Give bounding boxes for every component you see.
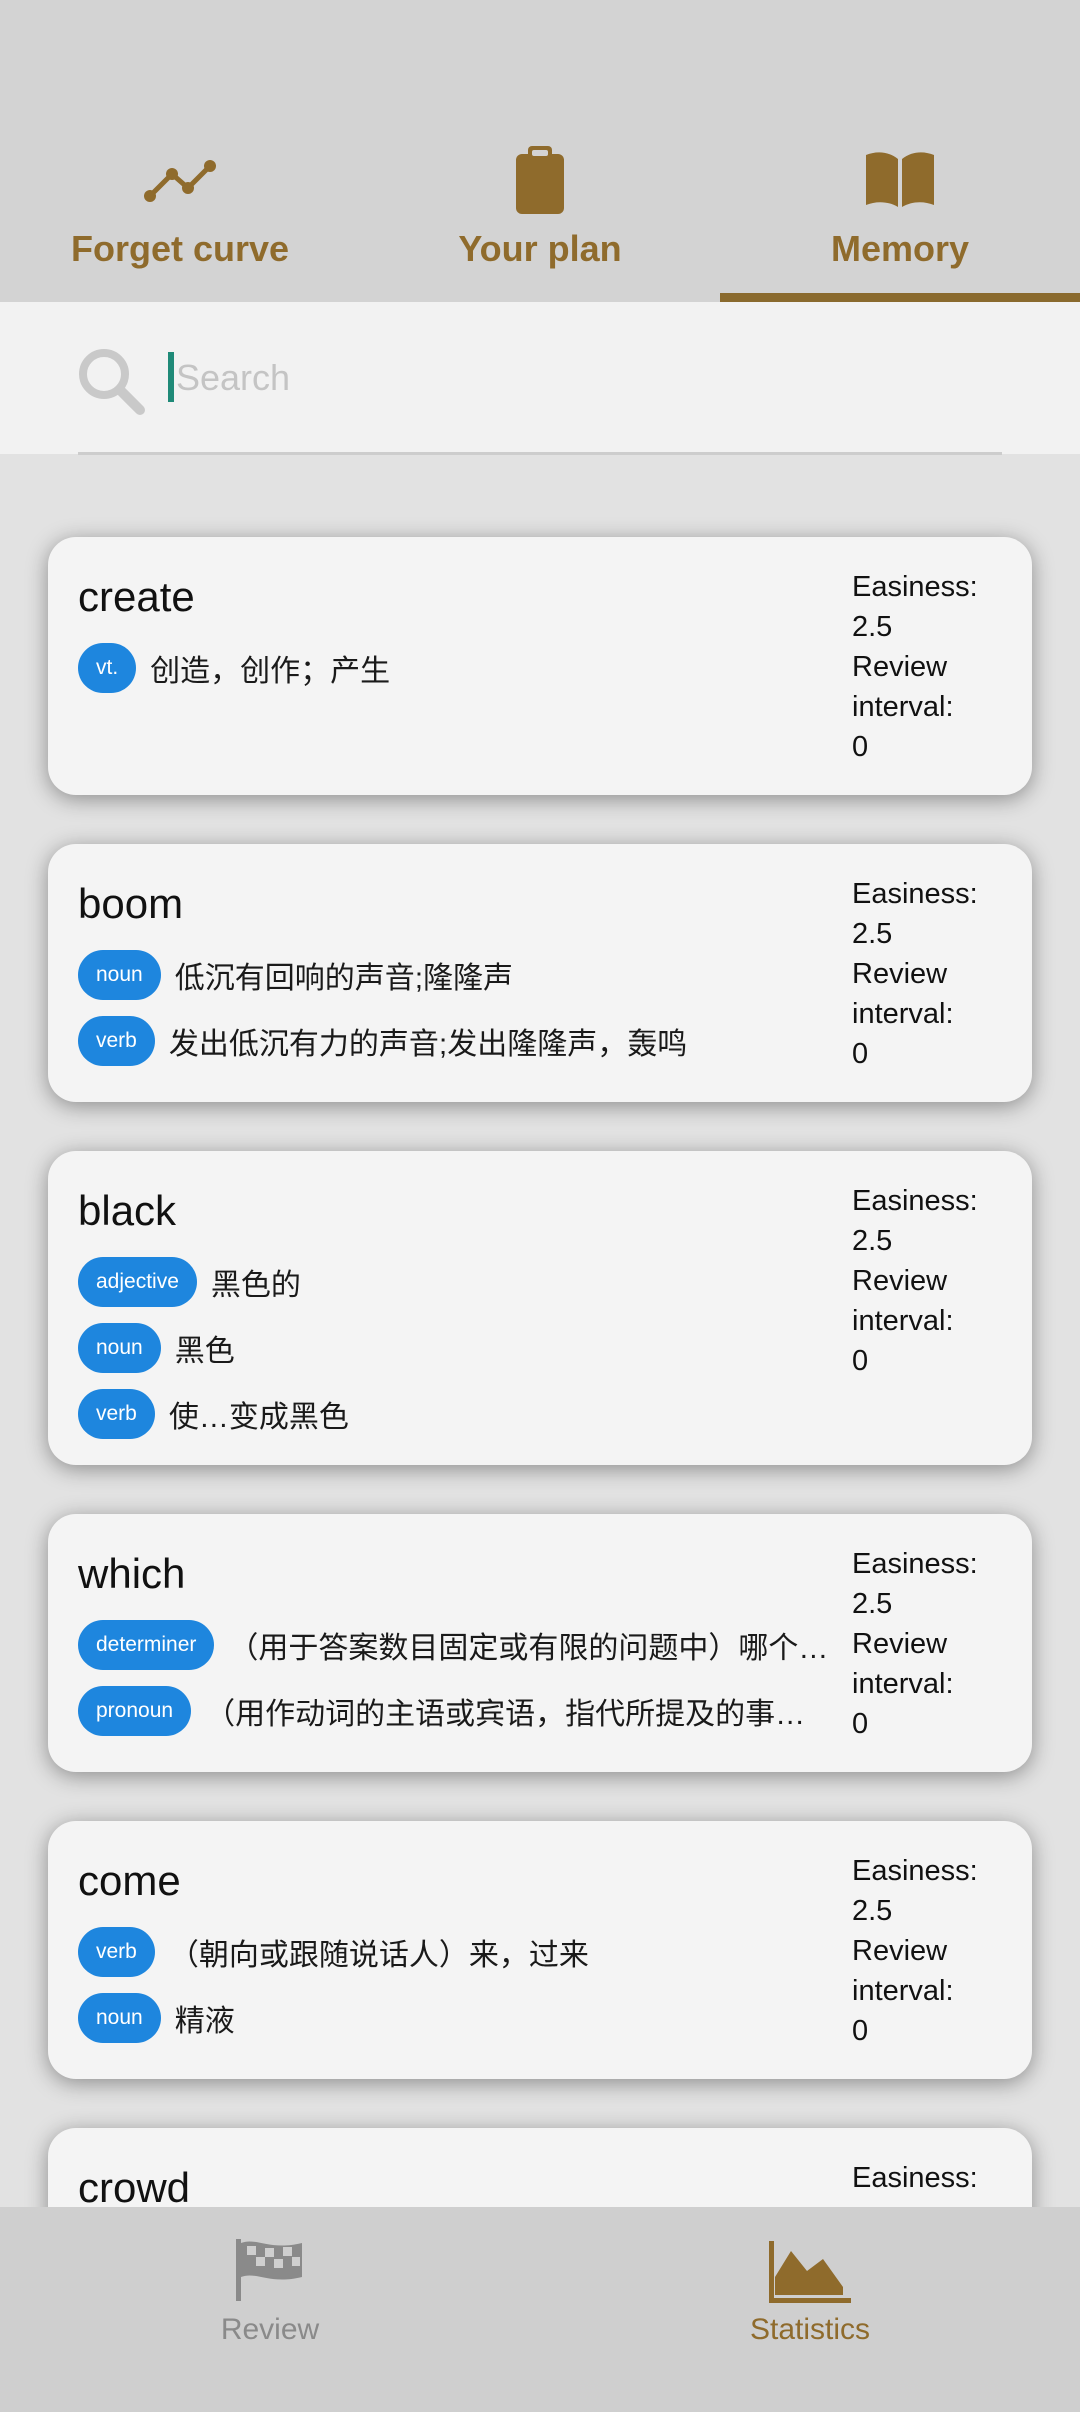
pos-badge: adjective [78,1257,197,1307]
pos-badge: noun [78,1323,161,1373]
word-title: which [78,1550,186,1597]
pos-badge: verb [78,1927,155,1977]
word-title: boom [78,880,184,927]
word-title: create [78,573,195,620]
pos-badge: noun [78,950,161,1000]
card-stats: Easiness: 2.5 Review interval: 0 [852,567,1022,767]
pos-badge: vt. [78,643,137,693]
tab-label: Memory [830,228,970,269]
easiness-label: Easiness: [852,1185,978,1217]
pos-badge: verb [78,1016,155,1066]
search-bar [0,302,1080,454]
meaning-row: vt. 创造，创作；产生 [78,635,868,701]
line-chart-icon [144,140,216,220]
book-icon [864,140,936,220]
top-tab-bar: Forget curve Your plan Memory [0,0,1080,302]
definition-text: 精液 [174,2005,235,2038]
review-interval-value: 0 [852,1345,869,1377]
easiness-label: Easiness: [852,1548,978,1580]
meaning-row: noun 低沉有回响的声音;隆隆声 [78,942,868,1008]
review-interval-label: Review interval: [852,1935,954,2007]
review-interval-label: Review interval: [852,1628,954,1700]
definition-text: 创造，创作；产生 [150,655,391,688]
easiness-label: Easiness: [852,878,978,910]
nav-label: Review [220,2313,320,2346]
pos-badge: pronoun [78,1686,192,1736]
definition-text: （用作动词的主语或宾语，指代所提及的事… [205,1698,806,1731]
word-title: come [78,1857,181,1904]
definition-text: 使…变成黑色 [168,1401,349,1434]
word-card[interactable]: create vt. 创造，创作；产生 Easiness: 2.5 Review… [48,537,1032,795]
review-interval-label: Review interval: [852,958,954,1030]
text-cursor [168,352,174,402]
tab-your-plan[interactable]: Your plan [360,140,720,302]
word-card[interactable]: crowd Easiness: [48,2128,1032,2207]
card-stats: Easiness: [852,2158,1022,2198]
definition-text: （用于答案数目固定或有限的问题中）哪个… [228,1632,829,1665]
search-icon[interactable] [76,346,146,421]
word-card[interactable]: which determiner （用于答案数目固定或有限的问题中）哪个… pr… [48,1514,1032,1772]
tab-label: Forget curve [70,228,290,269]
word-card[interactable]: black adjective 黑色的 noun 黑色 verb 使…变成黑色 … [48,1151,1032,1465]
bottom-navigation: Review Statistics [0,2207,1080,2412]
review-interval-value: 0 [852,2015,869,2047]
card-stats: Easiness: 2.5 Review interval: 0 [852,874,1022,1074]
review-interval-label: Review interval: [852,1265,954,1337]
tab-label: Your plan [458,228,622,269]
clipboard-icon [512,140,568,220]
meanings-list: verb （朝向或跟随说话人）来，过来 noun 精液 [78,1919,868,2051]
word-title: black [78,1187,177,1234]
word-card[interactable]: come verb （朝向或跟随说话人）来，过来 noun 精液 Easines… [48,1821,1032,2079]
easiness-value: 2.5 [852,611,893,643]
definition-text: 发出低沉有力的声音;发出隆隆声，轰鸣 [168,1028,688,1061]
search-input[interactable] [168,350,988,406]
pos-badge: determiner [78,1620,215,1670]
easiness-value: 2.5 [852,918,893,950]
review-interval-value: 0 [852,731,869,763]
meaning-row: verb 发出低沉有力的声音;发出隆隆声，轰鸣 [78,1008,868,1074]
meaning-row: determiner （用于答案数目固定或有限的问题中）哪个… [78,1612,868,1678]
word-title: crowd [78,2164,191,2207]
meanings-list: vt. 创造，创作；产生 [78,635,868,701]
meaning-row: pronoun （用作动词的主语或宾语，指代所提及的事… [78,1678,868,1744]
meaning-row: adjective 黑色的 [78,1249,868,1315]
area-chart-icon [767,2237,853,2310]
review-interval-value: 0 [852,1708,869,1740]
definition-text: 黑色的 [210,1269,301,1302]
pos-badge: verb [78,1389,155,1439]
easiness-value: 2.5 [852,1895,893,1927]
easiness-value: 2.5 [852,1588,893,1620]
nav-statistics[interactable]: Statistics [540,2207,1080,2412]
nav-review[interactable]: Review [0,2207,540,2412]
card-stats: Easiness: 2.5 Review interval: 0 [852,1181,1022,1381]
meaning-row: noun 精液 [78,1985,868,2051]
definition-text: 黑色 [174,1335,235,1368]
active-tab-indicator [720,293,1080,302]
meanings-list: noun 低沉有回响的声音;隆隆声 verb 发出低沉有力的声音;发出隆隆声，轰… [78,942,868,1074]
review-interval-value: 0 [852,1038,869,1070]
easiness-label: Easiness: [852,1855,978,1887]
word-list[interactable]: create vt. 创造，创作；产生 Easiness: 2.5 Review… [0,455,1080,2207]
meaning-row: noun 黑色 [78,1315,868,1381]
meanings-list: adjective 黑色的 noun 黑色 verb 使…变成黑色 [78,1249,868,1447]
tab-forget-curve[interactable]: Forget curve [0,140,360,302]
card-stats: Easiness: 2.5 Review interval: 0 [852,1851,1022,2051]
definition-text: 低沉有回响的声音;隆隆声 [174,962,514,995]
easiness-label: Easiness: [852,571,978,603]
review-interval-label: Review interval: [852,651,954,723]
easiness-value: 2.5 [852,1225,893,1257]
tab-memory[interactable]: Memory [720,140,1080,302]
easiness-label: Easiness: [852,2162,978,2194]
pos-badge: noun [78,1993,161,2043]
meaning-row: verb （朝向或跟随说话人）来，过来 [78,1919,868,1985]
checkered-flag-icon [232,2237,308,2308]
meaning-row: verb 使…变成黑色 [78,1381,868,1447]
definition-text: （朝向或跟随说话人）来，过来 [168,1939,589,1972]
meanings-list: determiner （用于答案数目固定或有限的问题中）哪个… pronoun … [78,1612,868,1744]
word-card[interactable]: boom noun 低沉有回响的声音;隆隆声 verb 发出低沉有力的声音;发出… [48,844,1032,1102]
nav-label: Statistics [749,2313,871,2346]
card-stats: Easiness: 2.5 Review interval: 0 [852,1544,1022,1744]
